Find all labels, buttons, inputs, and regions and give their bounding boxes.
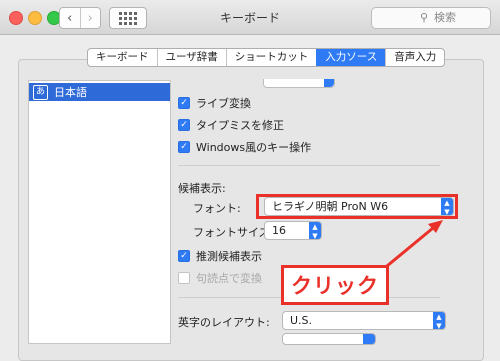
- tab-dictation[interactable]: 音声入力: [385, 49, 444, 66]
- click-callout: クリック: [281, 265, 389, 305]
- tab-input-sources[interactable]: 入力ソース: [316, 49, 386, 66]
- tab-keyboard[interactable]: キーボード: [88, 49, 156, 66]
- tab-bar: キーボード ユーザ辞書 ショートカット 入力ソース 音声入力: [87, 48, 446, 67]
- tab-shortcuts[interactable]: ショートカット: [225, 49, 317, 66]
- tab-user-dictionary[interactable]: ユーザ辞書: [156, 49, 226, 66]
